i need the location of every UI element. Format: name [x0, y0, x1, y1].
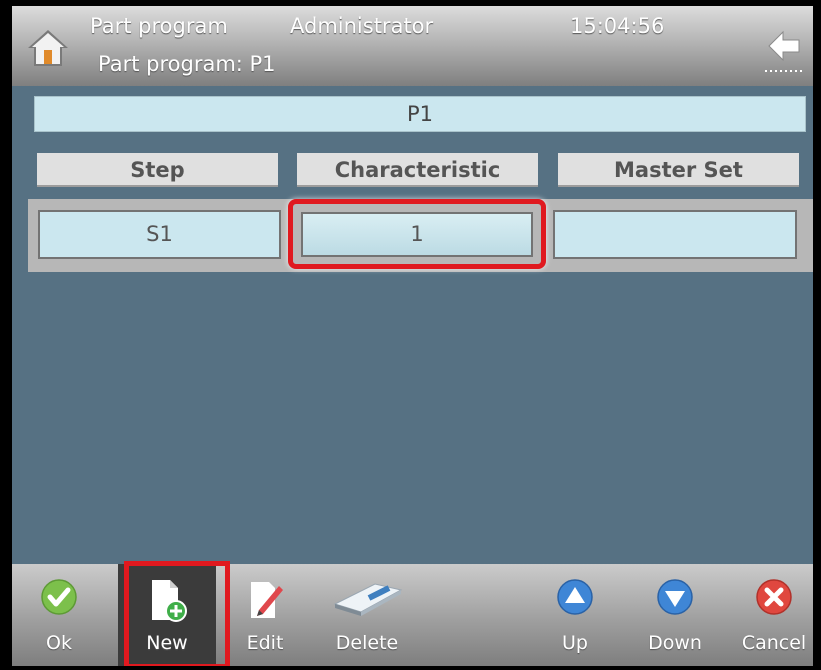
eraser-icon — [333, 583, 403, 616]
column-header-characteristic: Characteristic — [297, 153, 538, 187]
app-window: Part program Administrator 15:04:56 Part… — [12, 6, 813, 666]
new-button-highlight — [124, 561, 230, 666]
back-button[interactable] — [763, 24, 805, 76]
screen-subtitle: Part program: P1 — [98, 52, 276, 76]
cell-step[interactable]: S1 — [38, 210, 281, 259]
ok-label: Ok — [46, 632, 72, 654]
clock: 15:04:56 — [570, 14, 665, 38]
up-button[interactable]: Up — [550, 564, 600, 666]
header-bar: Part program Administrator 15:04:56 Part… — [12, 6, 813, 86]
cell-master-set[interactable] — [553, 210, 797, 259]
home-icon — [28, 30, 68, 66]
cancel-label: Cancel — [741, 632, 807, 654]
home-button[interactable] — [24, 24, 72, 72]
characteristic-highlight — [288, 199, 546, 269]
down-label: Down — [648, 632, 702, 654]
check-icon — [41, 579, 77, 615]
screen-title: Part program — [90, 14, 228, 38]
user-name: Administrator — [290, 14, 434, 38]
delete-label: Delete — [335, 632, 399, 654]
ok-button[interactable]: Ok — [34, 564, 84, 666]
edit-label: Edit — [246, 632, 284, 654]
up-label: Up — [562, 632, 588, 654]
column-header-step: Step — [37, 153, 278, 187]
part-program-name: P1 — [34, 96, 806, 132]
column-header-master-set: Master Set — [558, 153, 799, 187]
back-arrow-icon — [765, 30, 802, 72]
arrow-up-icon — [557, 579, 593, 615]
arrow-down-icon — [657, 579, 693, 615]
edit-button[interactable]: Edit — [240, 564, 290, 666]
edit-icon — [251, 582, 283, 618]
cancel-button[interactable]: Cancel — [739, 564, 809, 666]
delete-button[interactable]: Delete — [322, 564, 412, 666]
down-button[interactable]: Down — [638, 564, 712, 666]
cancel-icon — [756, 579, 792, 615]
